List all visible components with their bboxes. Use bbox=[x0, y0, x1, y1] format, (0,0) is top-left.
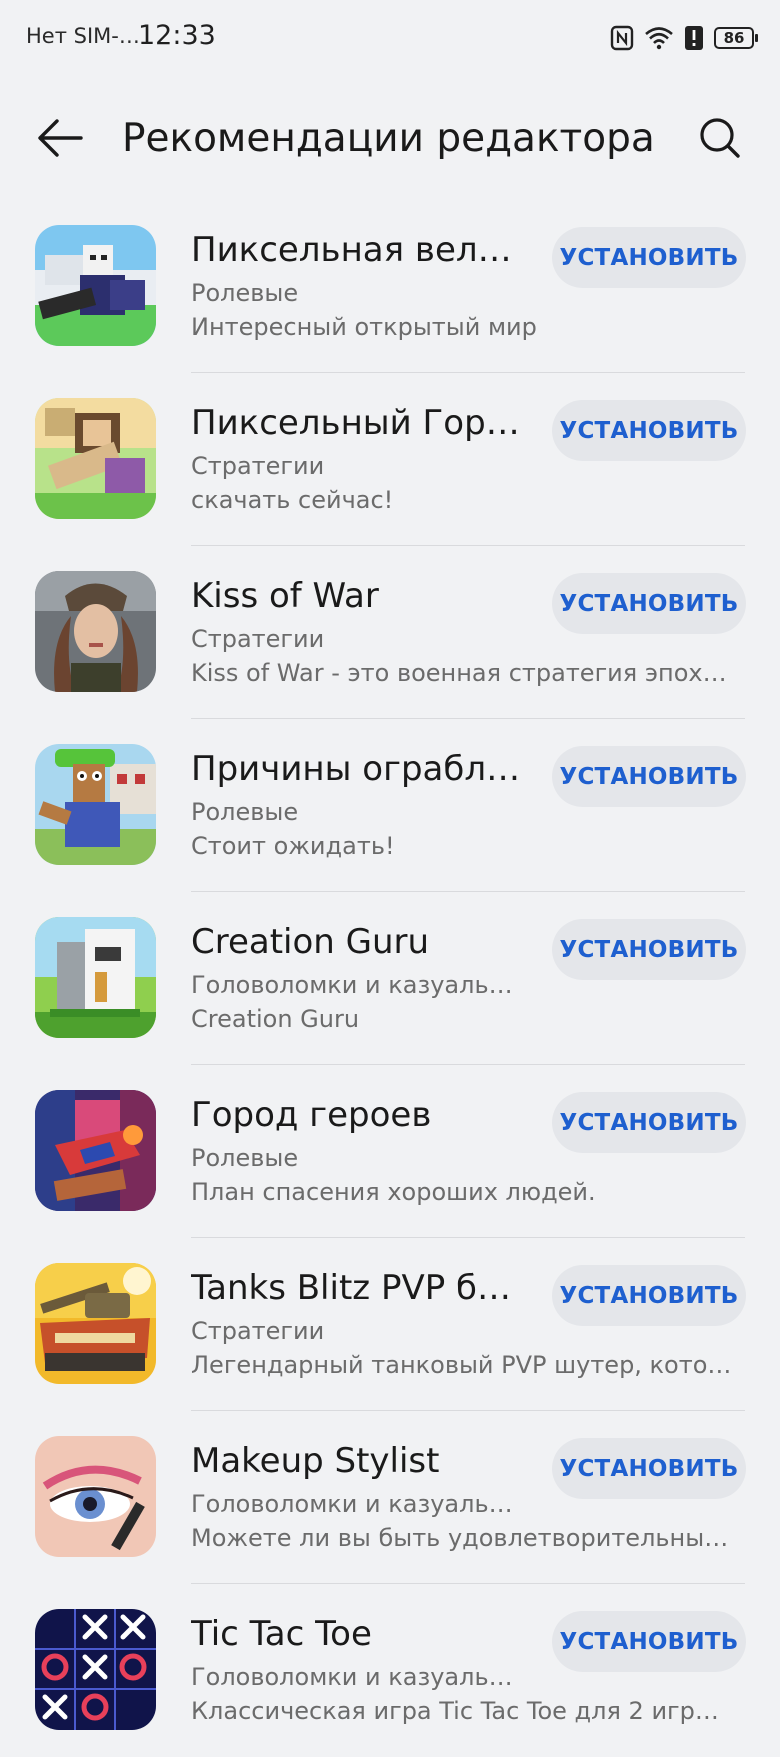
app-bar: Рекомендации редактора bbox=[0, 100, 780, 180]
app-name: Creation Guru bbox=[191, 922, 430, 962]
app-icon-kiss-of-war bbox=[35, 571, 156, 692]
list-item[interactable]: Причины ограбл… Ролевые Стоит ожидать! У… bbox=[0, 719, 780, 892]
app-icon-city-of-heroes bbox=[35, 1090, 156, 1211]
install-button[interactable]: УСТАНОВИТЬ bbox=[552, 746, 746, 807]
install-button[interactable]: УСТАНОВИТЬ bbox=[552, 573, 746, 634]
install-button[interactable]: УСТАНОВИТЬ bbox=[552, 400, 746, 461]
carrier-label: Нет SIM-… bbox=[26, 24, 140, 48]
list-item[interactable]: Creation Guru Головоломки и казуальн… Cr… bbox=[0, 892, 780, 1065]
install-button[interactable]: УСТАНОВИТЬ bbox=[552, 1092, 746, 1153]
app-category: Ролевые bbox=[191, 279, 299, 307]
app-description: План спасения хороших людей. bbox=[191, 1178, 596, 1206]
list-item[interactable]: Tanks Blitz PVP би… Стратегии Легендарны… bbox=[0, 1238, 780, 1411]
list-item[interactable]: Tic Tac Toe Головоломки и казуальн… Клас… bbox=[0, 1584, 780, 1757]
app-category: Головоломки и казуальн… bbox=[191, 1663, 521, 1691]
install-button[interactable]: УСТАНОВИТЬ bbox=[552, 919, 746, 980]
app-category: Стратегии bbox=[191, 625, 325, 653]
nfc-icon bbox=[610, 25, 634, 51]
app-name: Makeup Stylist bbox=[191, 1441, 440, 1481]
app-category: Ролевые bbox=[191, 798, 299, 826]
app-description: Kiss of War - это военная стратегия эпох… bbox=[191, 659, 733, 687]
app-icon-creation-guru bbox=[35, 917, 156, 1038]
app-icon-pixel-city bbox=[35, 398, 156, 519]
app-description: Интересный открытый мир bbox=[191, 313, 537, 341]
app-category: Стратегии bbox=[191, 452, 325, 480]
app-name: Пиксельная вели… bbox=[191, 230, 521, 270]
app-icon-makeup-stylist bbox=[35, 1436, 156, 1557]
back-arrow-icon bbox=[37, 118, 83, 162]
list-item[interactable]: Пиксельный Горо… Стратегии скачать сейча… bbox=[0, 373, 780, 546]
app-description: Легендарный танковый PVP шутер, котор… bbox=[191, 1351, 733, 1379]
status-bar: Нет SIM-… 12:33 86 bbox=[0, 0, 780, 78]
back-button[interactable] bbox=[30, 114, 90, 166]
list-item[interactable]: Пиксельная вели… Ролевые Интересный откр… bbox=[0, 200, 780, 373]
install-button[interactable]: УСТАНОВИТЬ bbox=[552, 1438, 746, 1499]
install-button[interactable]: УСТАНОВИТЬ bbox=[552, 1611, 746, 1672]
list-item[interactable]: Kiss of War Стратегии Kiss of War - это … bbox=[0, 546, 780, 719]
app-icon-pixel-adventure bbox=[35, 225, 156, 346]
app-name: Tic Tac Toe bbox=[191, 1614, 372, 1654]
app-description: Creation Guru bbox=[191, 1005, 360, 1033]
app-description: Классическая игра Tic Tac Toe для 2 игро… bbox=[191, 1697, 733, 1725]
app-description: Стоит ожидать! bbox=[191, 832, 395, 860]
page-title: Рекомендации редактора bbox=[122, 116, 655, 161]
app-icon-robbery bbox=[35, 744, 156, 865]
app-icon-tic-tac-toe bbox=[35, 1609, 156, 1730]
search-button[interactable] bbox=[690, 112, 750, 168]
app-category: Ролевые bbox=[191, 1144, 299, 1172]
list-item[interactable]: Город героев Ролевые План спасения хорош… bbox=[0, 1065, 780, 1238]
app-name: Причины ограбл… bbox=[191, 749, 521, 789]
wifi-icon bbox=[644, 26, 674, 50]
search-icon bbox=[698, 116, 742, 164]
alert-icon bbox=[684, 25, 704, 51]
app-icon-tanks-blitz bbox=[35, 1263, 156, 1384]
battery-icon: 86 bbox=[714, 27, 758, 49]
clock: 12:33 bbox=[138, 20, 216, 51]
app-category: Головоломки и казуальн… bbox=[191, 1490, 521, 1518]
app-name: Пиксельный Горо… bbox=[191, 403, 521, 443]
app-name: Город героев bbox=[191, 1095, 432, 1135]
list-item[interactable]: Makeup Stylist Головоломки и казуальн… М… bbox=[0, 1411, 780, 1584]
app-description: Можете ли вы быть удовлетворительным… bbox=[191, 1524, 733, 1552]
app-description: скачать сейчас! bbox=[191, 486, 394, 514]
install-button[interactable]: УСТАНОВИТЬ bbox=[552, 227, 746, 288]
app-name: Tanks Blitz PVP би… bbox=[191, 1268, 521, 1308]
app-category: Стратегии bbox=[191, 1317, 325, 1345]
app-name: Kiss of War bbox=[191, 576, 379, 616]
status-icons: 86 bbox=[610, 22, 758, 54]
app-category: Головоломки и казуальн… bbox=[191, 971, 521, 999]
install-button[interactable]: УСТАНОВИТЬ bbox=[552, 1265, 746, 1326]
app-list: Пиксельная вели… Ролевые Интересный откр… bbox=[0, 200, 780, 1757]
